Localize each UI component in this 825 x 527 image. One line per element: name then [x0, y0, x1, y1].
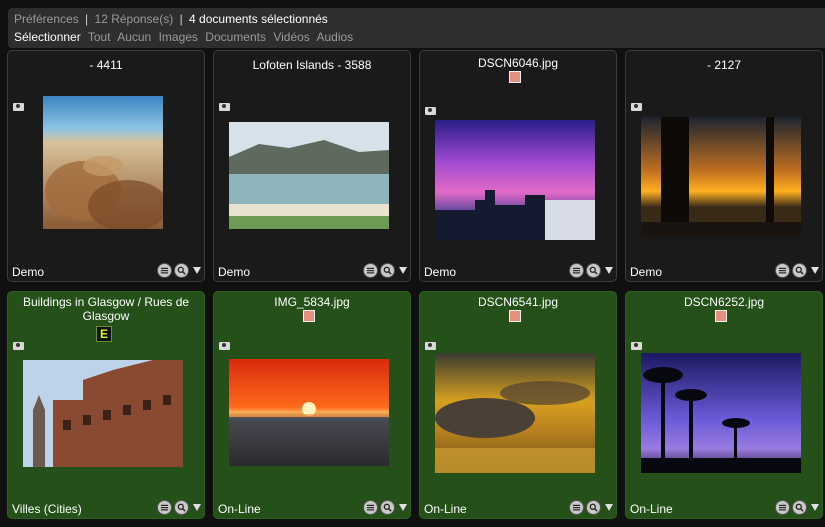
- card-category: Demo: [630, 265, 663, 279]
- zoom-icon[interactable]: [380, 263, 395, 278]
- dropdown-arrow-icon[interactable]: [193, 504, 201, 511]
- preferences-link[interactable]: Préférences: [14, 12, 79, 26]
- card-actions: [363, 263, 407, 278]
- toolbar-row-status: Préférences | 12 Réponse(s) | 4 document…: [14, 10, 819, 28]
- toolbar-row-select: Sélectionner Tout Aucun Images Documents…: [14, 28, 819, 46]
- document-card-selected[interactable]: Buildings in Glasgow / Rues de Glasgow E…: [7, 291, 205, 519]
- document-card-selected[interactable]: DSCN6252.jpg On-Line: [625, 291, 823, 519]
- card-title: DSCN6252.jpg: [683, 295, 765, 309]
- details-icon[interactable]: [363, 500, 378, 515]
- zoom-icon[interactable]: [174, 500, 189, 515]
- card-category: Demo: [218, 265, 251, 279]
- document-card[interactable]: - 4411 Demo: [7, 50, 205, 282]
- document-card[interactable]: DSCN6046.jpg Demo: [419, 50, 617, 282]
- details-icon[interactable]: [363, 263, 378, 278]
- camera-icon: [219, 342, 230, 350]
- select-videos-link[interactable]: Vidéos: [273, 30, 309, 44]
- zoom-icon[interactable]: [586, 500, 601, 515]
- card-actions: [569, 500, 613, 515]
- document-card-selected[interactable]: IMG_5834.jpg On-Line: [213, 291, 411, 519]
- card-actions: [775, 263, 819, 278]
- card-actions: [157, 263, 201, 278]
- select-images-link[interactable]: Images: [159, 30, 198, 44]
- camera-icon: [631, 103, 642, 111]
- dropdown-arrow-icon[interactable]: [605, 267, 613, 274]
- document-card[interactable]: Lofoten Islands - 3588 Demo: [213, 50, 411, 282]
- card-title: Lofoten Islands - 3588: [252, 58, 372, 72]
- status-swatch: [303, 310, 315, 322]
- card-title: - 4411: [89, 58, 123, 72]
- responses-count: 12 Réponse(s): [94, 12, 174, 26]
- details-icon[interactable]: [157, 263, 172, 278]
- card-actions: [363, 500, 407, 515]
- zoom-icon[interactable]: [380, 500, 395, 515]
- zoom-icon[interactable]: [792, 500, 807, 515]
- sandy-beach-photo[interactable]: [43, 96, 163, 229]
- select-none-link[interactable]: Aucun: [117, 30, 151, 44]
- separator: |: [179, 12, 183, 26]
- camera-icon: [219, 103, 230, 111]
- dropdown-arrow-icon[interactable]: [605, 504, 613, 511]
- card-title: DSCN6046.jpg: [477, 56, 559, 70]
- status-swatch: [509, 310, 521, 322]
- details-icon[interactable]: [775, 500, 790, 515]
- card-category: Demo: [424, 265, 457, 279]
- card-category: On-Line: [630, 502, 673, 516]
- card-actions: [157, 500, 201, 515]
- red-sea-sunset-photo[interactable]: [229, 359, 389, 466]
- document-card-selected[interactable]: DSCN6541.jpg On-Line: [419, 291, 617, 519]
- select-all-link[interactable]: Tout: [88, 30, 111, 44]
- dropdown-arrow-icon[interactable]: [811, 504, 819, 511]
- camera-icon: [13, 342, 24, 350]
- separator: |: [85, 12, 89, 26]
- details-icon[interactable]: [157, 500, 172, 515]
- camera-icon: [13, 103, 24, 111]
- status-swatch: [715, 310, 727, 322]
- edit-badge[interactable]: E: [96, 326, 112, 342]
- card-title: Buildings in Glasgow / Rues de Glasgow: [22, 295, 190, 323]
- card-actions: [775, 500, 819, 515]
- golden-clouds-photo[interactable]: [435, 353, 595, 473]
- details-icon[interactable]: [569, 263, 584, 278]
- card-title: DSCN6541.jpg: [477, 295, 559, 309]
- coastline-photo[interactable]: [229, 122, 389, 229]
- card-actions: [569, 263, 613, 278]
- card-category: On-Line: [424, 502, 467, 516]
- details-icon[interactable]: [569, 500, 584, 515]
- dropdown-arrow-icon[interactable]: [399, 267, 407, 274]
- card-category: Demo: [12, 265, 45, 279]
- select-audios-link[interactable]: Audios: [316, 30, 353, 44]
- camera-icon: [425, 107, 436, 115]
- details-icon[interactable]: [775, 263, 790, 278]
- results-toolbar: Préférences | 12 Réponse(s) | 4 document…: [8, 8, 825, 48]
- purple-palms-photo[interactable]: [641, 353, 801, 473]
- pink-sky-city-photo[interactable]: [435, 120, 595, 240]
- glasgow-buildings-photo[interactable]: [23, 360, 183, 467]
- select-label: Sélectionner: [14, 30, 81, 44]
- dropdown-arrow-icon[interactable]: [811, 267, 819, 274]
- zoom-icon[interactable]: [586, 263, 601, 278]
- card-title: IMG_5834.jpg: [274, 295, 350, 309]
- card-category: On-Line: [218, 502, 261, 516]
- document-card[interactable]: - 2127 Demo: [625, 50, 823, 282]
- camera-icon: [631, 342, 642, 350]
- dropdown-arrow-icon[interactable]: [193, 267, 201, 274]
- selected-count: 4 documents sélectionnés: [189, 12, 328, 26]
- zoom-icon[interactable]: [792, 263, 807, 278]
- card-category: Villes (Cities): [12, 502, 82, 516]
- zoom-icon[interactable]: [174, 263, 189, 278]
- camera-icon: [425, 342, 436, 350]
- status-swatch: [509, 71, 521, 83]
- palm-sunset-photo[interactable]: [641, 117, 801, 237]
- card-title: - 2127: [706, 58, 742, 72]
- dropdown-arrow-icon[interactable]: [399, 504, 407, 511]
- select-documents-link[interactable]: Documents: [205, 30, 266, 44]
